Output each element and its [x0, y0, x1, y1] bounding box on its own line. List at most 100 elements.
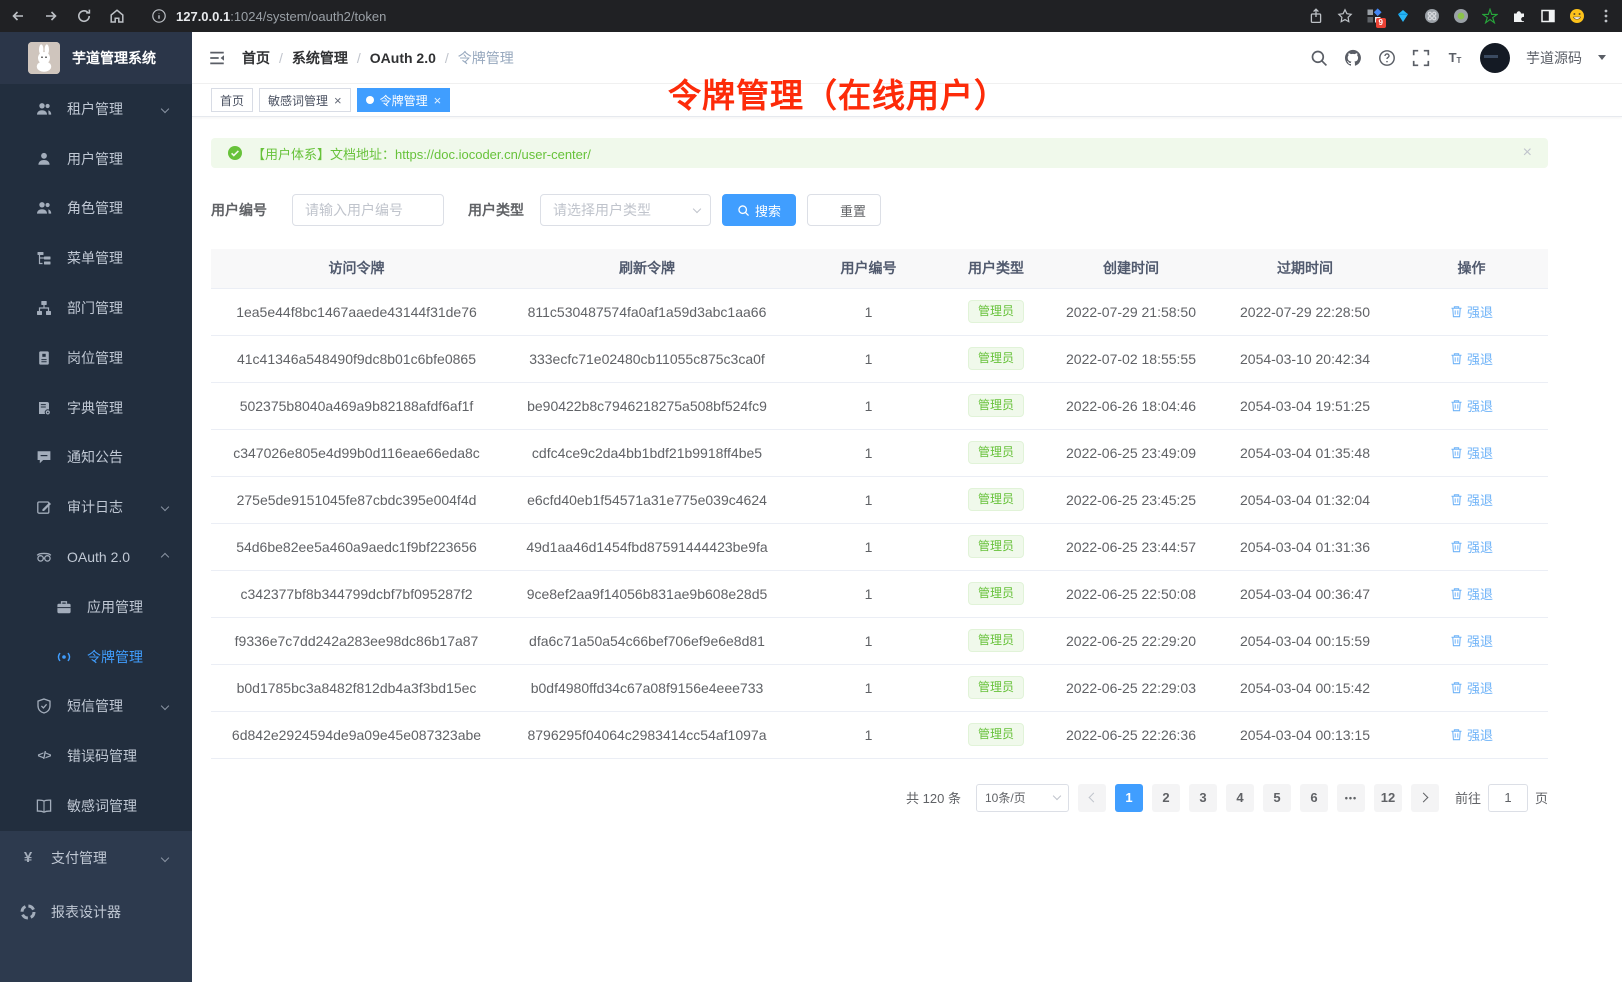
sidebar-item-audit-log[interactable]: 审计日志	[0, 482, 192, 532]
user-avatar[interactable]	[1480, 43, 1510, 73]
tab-敏感词管理[interactable]: 敏感词管理×	[259, 88, 351, 112]
alert-close-icon[interactable]: ×	[1523, 145, 1532, 161]
tab-close-icon[interactable]: ×	[434, 94, 442, 107]
sidebar-item-sms[interactable]: 短信管理	[0, 682, 192, 732]
page-button-1[interactable]: 1	[1115, 784, 1143, 812]
breadcrumb-item[interactable]: OAuth 2.0	[370, 50, 436, 66]
refresh-token-cell: 49d1aa46d1454fbd87591444423be9fa	[502, 523, 792, 570]
sidebar-item-menu[interactable]: 菜单管理	[0, 233, 192, 283]
username[interactable]: 芋道源码	[1526, 48, 1582, 68]
sidebar-item-notice[interactable]: 通知公告	[0, 433, 192, 483]
created-time-cell: 2022-06-25 23:49:09	[1047, 429, 1215, 476]
sidebar-item-user[interactable]: 用户管理	[0, 134, 192, 184]
extension-grid-icon[interactable]: 9	[1366, 8, 1382, 24]
sidebar-item-dept[interactable]: 部门管理	[0, 283, 192, 333]
next-page-button[interactable]	[1411, 784, 1439, 812]
sidebar-collapse-icon[interactable]	[208, 49, 226, 67]
sidebar-item-sensitive-word[interactable]: 敏感词管理	[0, 781, 192, 831]
page-button-6[interactable]: 6	[1300, 784, 1328, 812]
sidebar-item-report[interactable]: 报表设计器	[0, 885, 192, 939]
table-row: 502375b8040a469a9b82188afdf6af1fbe90422b…	[211, 382, 1548, 429]
force-logout-button[interactable]: 强退	[1450, 725, 1493, 744]
page-button-5[interactable]: 5	[1263, 784, 1291, 812]
search-button[interactable]: 搜索	[722, 194, 796, 226]
github-icon[interactable]	[1344, 49, 1362, 67]
url-path: :1024/system/oauth2/token	[230, 9, 386, 24]
table-row: 1ea5e44f8bc1467aaede43144f31de76811c5304…	[211, 288, 1548, 335]
gem-icon[interactable]	[1395, 8, 1411, 24]
user-id-input[interactable]	[292, 194, 444, 226]
sidebar-item-dict[interactable]: 字典管理	[0, 383, 192, 433]
sidebar-item-role[interactable]: 角色管理	[0, 184, 192, 234]
app-logo[interactable]: 芋道管理系统	[0, 32, 192, 84]
goto-page-input[interactable]	[1488, 784, 1528, 812]
share-icon[interactable]	[1308, 8, 1324, 24]
page-button-12[interactable]: 12	[1374, 784, 1402, 812]
sidebar-item-oauth2-token[interactable]: 令牌管理	[0, 632, 192, 682]
address-bar[interactable]: 127.0.0.1:1024/system/oauth2/token	[151, 8, 386, 24]
alert-doc-link[interactable]: https://doc.iocoder.cn/user-center/	[395, 147, 591, 162]
browser-menu-icon[interactable]	[1598, 8, 1614, 24]
reset-button[interactable]: 重置	[807, 194, 881, 226]
force-logout-button[interactable]: 强退	[1450, 678, 1493, 697]
sidebar-item-oauth2[interactable]: OAuth 2.0	[0, 532, 192, 582]
sidebar-item-error-code[interactable]: </>错误码管理	[0, 731, 192, 781]
tab-令牌管理[interactable]: 令牌管理×	[357, 88, 451, 112]
page-button-2[interactable]: 2	[1152, 784, 1180, 812]
sidebar-item-post[interactable]: 岗位管理	[0, 333, 192, 383]
help-icon[interactable]	[1378, 49, 1396, 67]
info-icon[interactable]	[151, 8, 167, 24]
bookmark-star-icon[interactable]	[1337, 8, 1353, 24]
fullscreen-icon[interactable]	[1412, 49, 1430, 67]
reload-icon[interactable]	[76, 8, 92, 24]
font-size-icon[interactable]: TT	[1446, 49, 1464, 67]
page-button-3[interactable]: 3	[1189, 784, 1217, 812]
sidebar-item-tenant[interactable]: 租户管理	[0, 84, 192, 134]
tab-首页[interactable]: 首页	[211, 88, 253, 112]
page-size-select[interactable]: 10条/页	[976, 784, 1069, 812]
search-icon[interactable]	[1310, 49, 1328, 67]
access-token-cell: 41c41346a548490f9dc8b01c6bfe0865	[211, 335, 502, 382]
home-icon[interactable]	[109, 8, 125, 24]
record-circle-icon[interactable]	[1453, 8, 1469, 24]
sidebar-item-pay[interactable]: ¥支付管理	[0, 831, 192, 885]
force-logout-button[interactable]: 强退	[1450, 349, 1493, 368]
sidebar-item-label: 岗位管理	[67, 348, 123, 368]
user-type-select[interactable]: 请选择用户类型	[540, 194, 711, 226]
force-logout-button[interactable]: 强退	[1450, 584, 1493, 603]
table-header: 访问令牌刷新令牌用户编号用户类型创建时间过期时间操作	[211, 249, 1548, 288]
breadcrumb-item[interactable]: 首页	[242, 48, 270, 68]
breadcrumb-item: 令牌管理	[458, 48, 514, 68]
star-green-icon[interactable]	[1482, 8, 1498, 24]
force-logout-button[interactable]: 强退	[1450, 302, 1493, 321]
force-logout-button[interactable]: 强退	[1450, 443, 1493, 462]
puzzle-icon[interactable]	[1511, 8, 1527, 24]
back-icon[interactable]	[10, 8, 26, 24]
force-logout-button[interactable]: 强退	[1450, 537, 1493, 556]
force-logout-button[interactable]: 强退	[1450, 490, 1493, 509]
page-ellipsis[interactable]: •••	[1337, 784, 1365, 812]
puzzle-glyph	[1511, 8, 1527, 24]
org-icon	[36, 300, 52, 316]
force-logout-button[interactable]: 强退	[1450, 631, 1493, 650]
sidebar-item-label: 报表设计器	[51, 902, 121, 922]
reader-split-icon[interactable]	[1540, 8, 1556, 24]
user-type-cell: 管理员	[945, 664, 1047, 711]
action-cell: 强退	[1395, 570, 1548, 617]
page-button-4[interactable]: 4	[1226, 784, 1254, 812]
action-cell: 强退	[1395, 382, 1548, 429]
sidebar-item-label: 部门管理	[67, 298, 123, 318]
command-circle-icon[interactable]	[1424, 8, 1440, 24]
force-logout-button[interactable]: 强退	[1450, 396, 1493, 415]
emoji-icon[interactable]	[1569, 8, 1585, 24]
access-token-cell: 1ea5e44f8bc1467aaede43144f31de76	[211, 288, 502, 335]
forward-icon[interactable]	[43, 8, 59, 24]
breadcrumb-item[interactable]: 系统管理	[292, 48, 348, 68]
prev-page-button[interactable]	[1078, 784, 1106, 812]
chevron-down-icon	[161, 503, 169, 511]
user-type-cell: 管理员	[945, 570, 1047, 617]
tab-close-icon[interactable]: ×	[334, 94, 342, 107]
sidebar-item-oauth2-app[interactable]: 应用管理	[0, 582, 192, 632]
user-menu-caret-icon[interactable]	[1598, 55, 1606, 60]
action-cell: 强退	[1395, 476, 1548, 523]
